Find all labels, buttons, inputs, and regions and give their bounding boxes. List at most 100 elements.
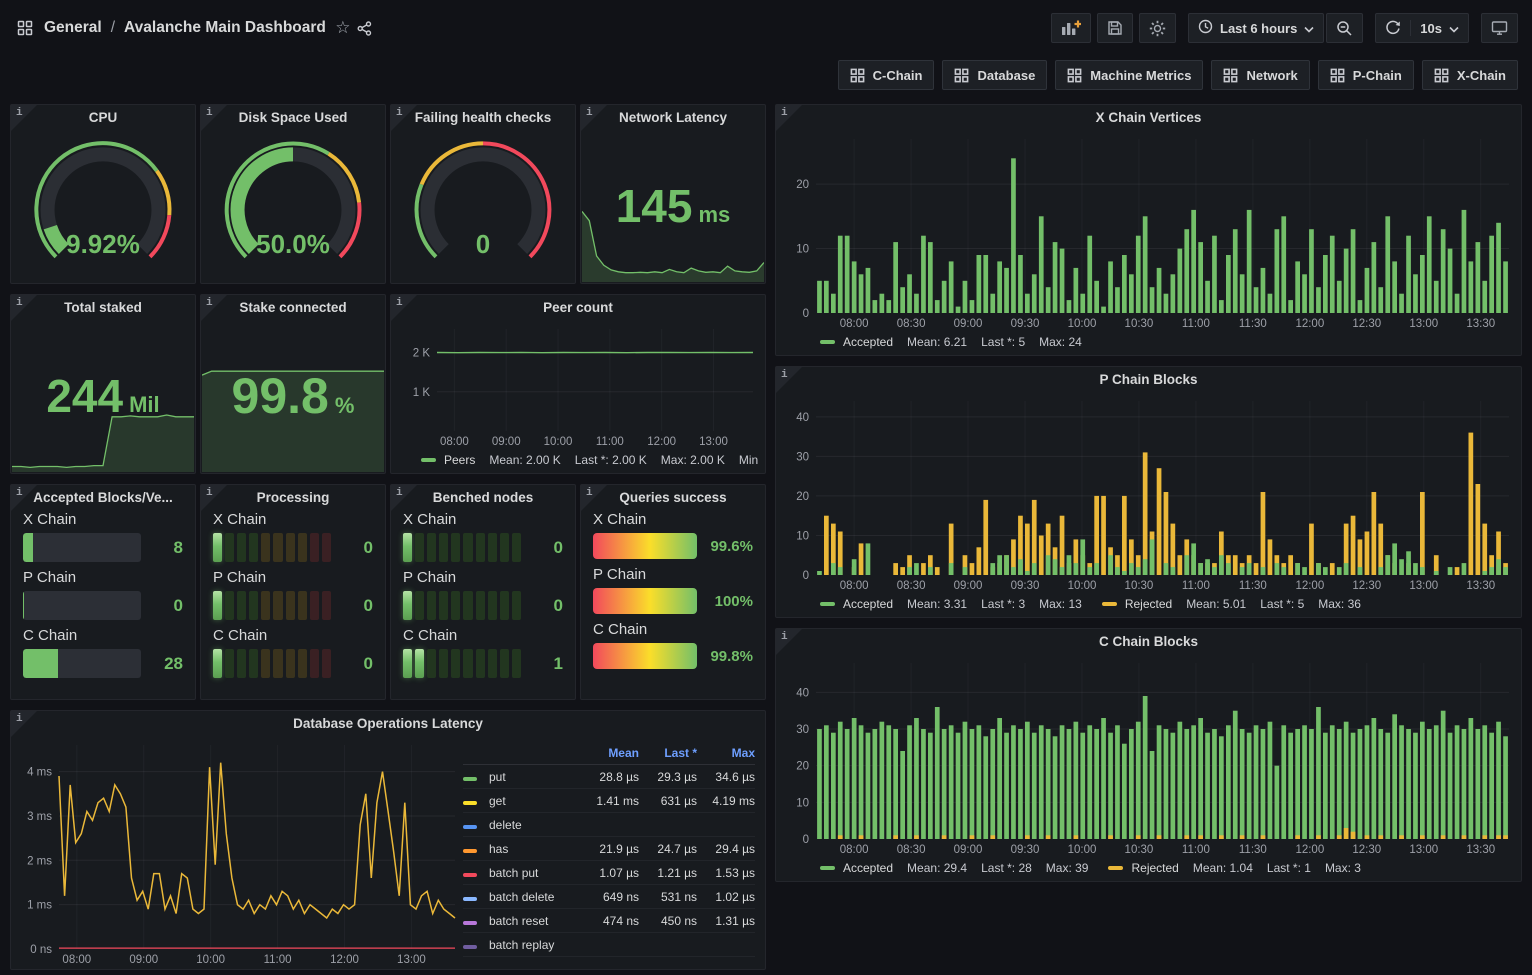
grid-icon (1067, 68, 1082, 83)
series-name[interactable]: batch reset (489, 914, 581, 928)
panel-info-icon[interactable]: i (11, 711, 37, 737)
series-name[interactable]: has (489, 842, 581, 856)
panel-title[interactable]: Failing health checks (391, 105, 575, 131)
row-value: 99.6% (707, 538, 753, 555)
p-chain-blocks-chart[interactable]: 08:0008:3009:0009:3010:0010:3011:0011:30… (780, 393, 1517, 593)
panel-info-icon[interactable]: i (391, 485, 417, 511)
dashboard-link-p-chain[interactable]: P-Chain (1318, 60, 1414, 90)
share-icon[interactable] (354, 17, 376, 39)
chart-legend: Accepted Mean: 3.31 Last *: 3 Max: 13 Re… (820, 594, 1515, 614)
series-name[interactable]: put (489, 770, 581, 784)
panel-benched-nodes: i Benched nodes X Chain 0 P Chain 0 C Ch… (390, 484, 576, 700)
gradient-bar (593, 643, 697, 669)
panel-title[interactable]: Stake connected (201, 295, 385, 321)
panel-title[interactable]: Accepted Blocks/Ve... (11, 485, 195, 511)
panel-info-icon[interactable]: i (11, 105, 37, 131)
legend-stat: Last *: 2.00 K (575, 453, 647, 467)
panel-info-icon[interactable]: i (776, 629, 802, 655)
dashboard-link-c-chain[interactable]: C-Chain (838, 60, 935, 90)
lcd-segment (500, 649, 509, 678)
apps-grid-icon[interactable] (14, 17, 36, 39)
row-label: X Chain (593, 511, 753, 528)
col-mean[interactable]: Mean (581, 746, 639, 760)
tv-mode-button[interactable] (1481, 13, 1518, 43)
row-label: X Chain (403, 511, 563, 528)
time-range-picker[interactable]: Last 6 hours (1188, 13, 1324, 43)
legend-swatch (463, 849, 477, 853)
legend-item-accepted[interactable]: Accepted Mean: 3.31 Last *: 3 Max: 13 (820, 597, 1082, 611)
panel-info-icon[interactable]: i (11, 295, 37, 321)
legend-item-rejected[interactable]: Rejected Mean: 1.04 Last *: 1 Max: 3 (1108, 861, 1360, 875)
c-chain-blocks-chart[interactable]: 08:0008:3009:0009:3010:0010:3011:0011:30… (780, 655, 1517, 857)
db-latency-chart[interactable]: 08:0009:0010:0011:0012:0013:000 ns1 ms2 … (13, 737, 463, 967)
panel-title[interactable]: C Chain Blocks (776, 629, 1521, 655)
series-name[interactable]: get (489, 794, 581, 808)
legend-swatch (463, 921, 477, 925)
grafana-dashboard: General / Avalanche Main Dashboard ☆ (0, 0, 1532, 975)
svg-text:09:00: 09:00 (129, 954, 158, 966)
series-name[interactable]: delete (489, 818, 581, 832)
lcd-segment (213, 533, 222, 562)
panel-title[interactable]: Total staked (11, 295, 195, 321)
panel-title[interactable]: Network Latency (581, 105, 765, 131)
col-max[interactable]: Max (697, 746, 755, 760)
dashboard-settings-button[interactable] (1139, 13, 1176, 43)
series-name[interactable]: batch delete (489, 890, 581, 904)
panel-info-icon[interactable]: i (776, 367, 802, 393)
panel-title[interactable]: X Chain Vertices (776, 105, 1521, 131)
panel-info-icon[interactable]: i (201, 295, 227, 321)
peer-count-chart[interactable]: 08:0009:0010:0011:0012:0013:001 K2 K (395, 321, 761, 449)
save-dashboard-button[interactable] (1097, 13, 1133, 43)
svg-text:2 K: 2 K (413, 348, 431, 360)
refresh-dashboard-button[interactable]: 10s (1375, 13, 1469, 43)
lcd-segment (512, 591, 521, 620)
add-panel-button[interactable] (1051, 13, 1091, 43)
zoom-out-button[interactable] (1326, 13, 1363, 43)
page-title[interactable]: Avalanche Main Dashboard (124, 19, 326, 37)
legend-item-rejected[interactable]: Rejected Mean: 5.01 Last *: 5 Max: 36 (1102, 597, 1361, 611)
legend-swatch (463, 873, 477, 877)
dashboard-link-x-chain[interactable]: X-Chain (1422, 60, 1518, 90)
panel-info-icon[interactable]: i (581, 105, 607, 131)
col-last[interactable]: Last * (639, 746, 697, 760)
panel-failing-health-checks: i Failing health checks 0 (390, 104, 576, 284)
panel-info-icon[interactable]: i (391, 105, 417, 131)
panel-peer-count: i Peer count 08:0009:0010:0011:0012:0013… (390, 294, 766, 474)
panel-title[interactable]: CPU (11, 105, 195, 131)
svg-text:08:30: 08:30 (897, 844, 926, 856)
star-icon[interactable]: ☆ (332, 17, 354, 39)
panel-info-icon[interactable]: i (201, 485, 227, 511)
panel-info-icon[interactable]: i (776, 105, 802, 131)
legend-item-peers[interactable]: Peers Mean: 2.00 K Last *: 2.00 K Max: 2… (421, 453, 759, 467)
series-name[interactable]: batch replay (489, 938, 581, 952)
panel-title[interactable]: Database Operations Latency (11, 711, 765, 737)
panel-title[interactable]: Processing (201, 485, 385, 511)
lcd-segment (403, 591, 412, 620)
panel-info-icon[interactable]: i (581, 485, 607, 511)
lcd-segment (286, 649, 295, 678)
series-max: 34.6 µs (697, 770, 755, 784)
panel-title[interactable]: Benched nodes (391, 485, 575, 511)
x-chain-vertices-chart[interactable]: 08:0008:3009:0009:3010:0010:3011:0011:30… (780, 131, 1517, 331)
dashboard-link-network[interactable]: Network (1211, 60, 1309, 90)
panel-title[interactable]: Disk Space Used (201, 105, 385, 131)
lcd-segment (225, 649, 234, 678)
panel-title[interactable]: P Chain Blocks (776, 367, 1521, 393)
panel-info-icon[interactable]: i (201, 105, 227, 131)
panel-x-chain-vertices: i X Chain Vertices 08:0008:3009:0009:301… (775, 104, 1522, 356)
legend-item-accepted[interactable]: Accepted Mean: 6.21 Last *: 5 Max: 24 (820, 335, 1082, 349)
svg-text:2 ms: 2 ms (27, 855, 52, 867)
lcd-segment (463, 649, 472, 678)
legend-item-accepted[interactable]: Accepted Mean: 29.4 Last *: 28 Max: 39 (820, 861, 1088, 875)
breadcrumb-folder[interactable]: General (44, 19, 102, 37)
panel-info-icon[interactable]: i (11, 485, 37, 511)
panel-title[interactable]: Queries success (581, 485, 765, 511)
panel-title[interactable]: Peer count (391, 295, 765, 321)
lcd-segment (415, 533, 424, 562)
panel-info-icon[interactable]: i (391, 295, 417, 321)
series-name[interactable]: batch put (489, 866, 581, 880)
dashboard-link-database[interactable]: Database (942, 60, 1047, 90)
grid-icon (850, 68, 865, 83)
dashboard-link-machine-metrics[interactable]: Machine Metrics (1055, 60, 1203, 90)
svg-text:13:30: 13:30 (1466, 318, 1495, 330)
